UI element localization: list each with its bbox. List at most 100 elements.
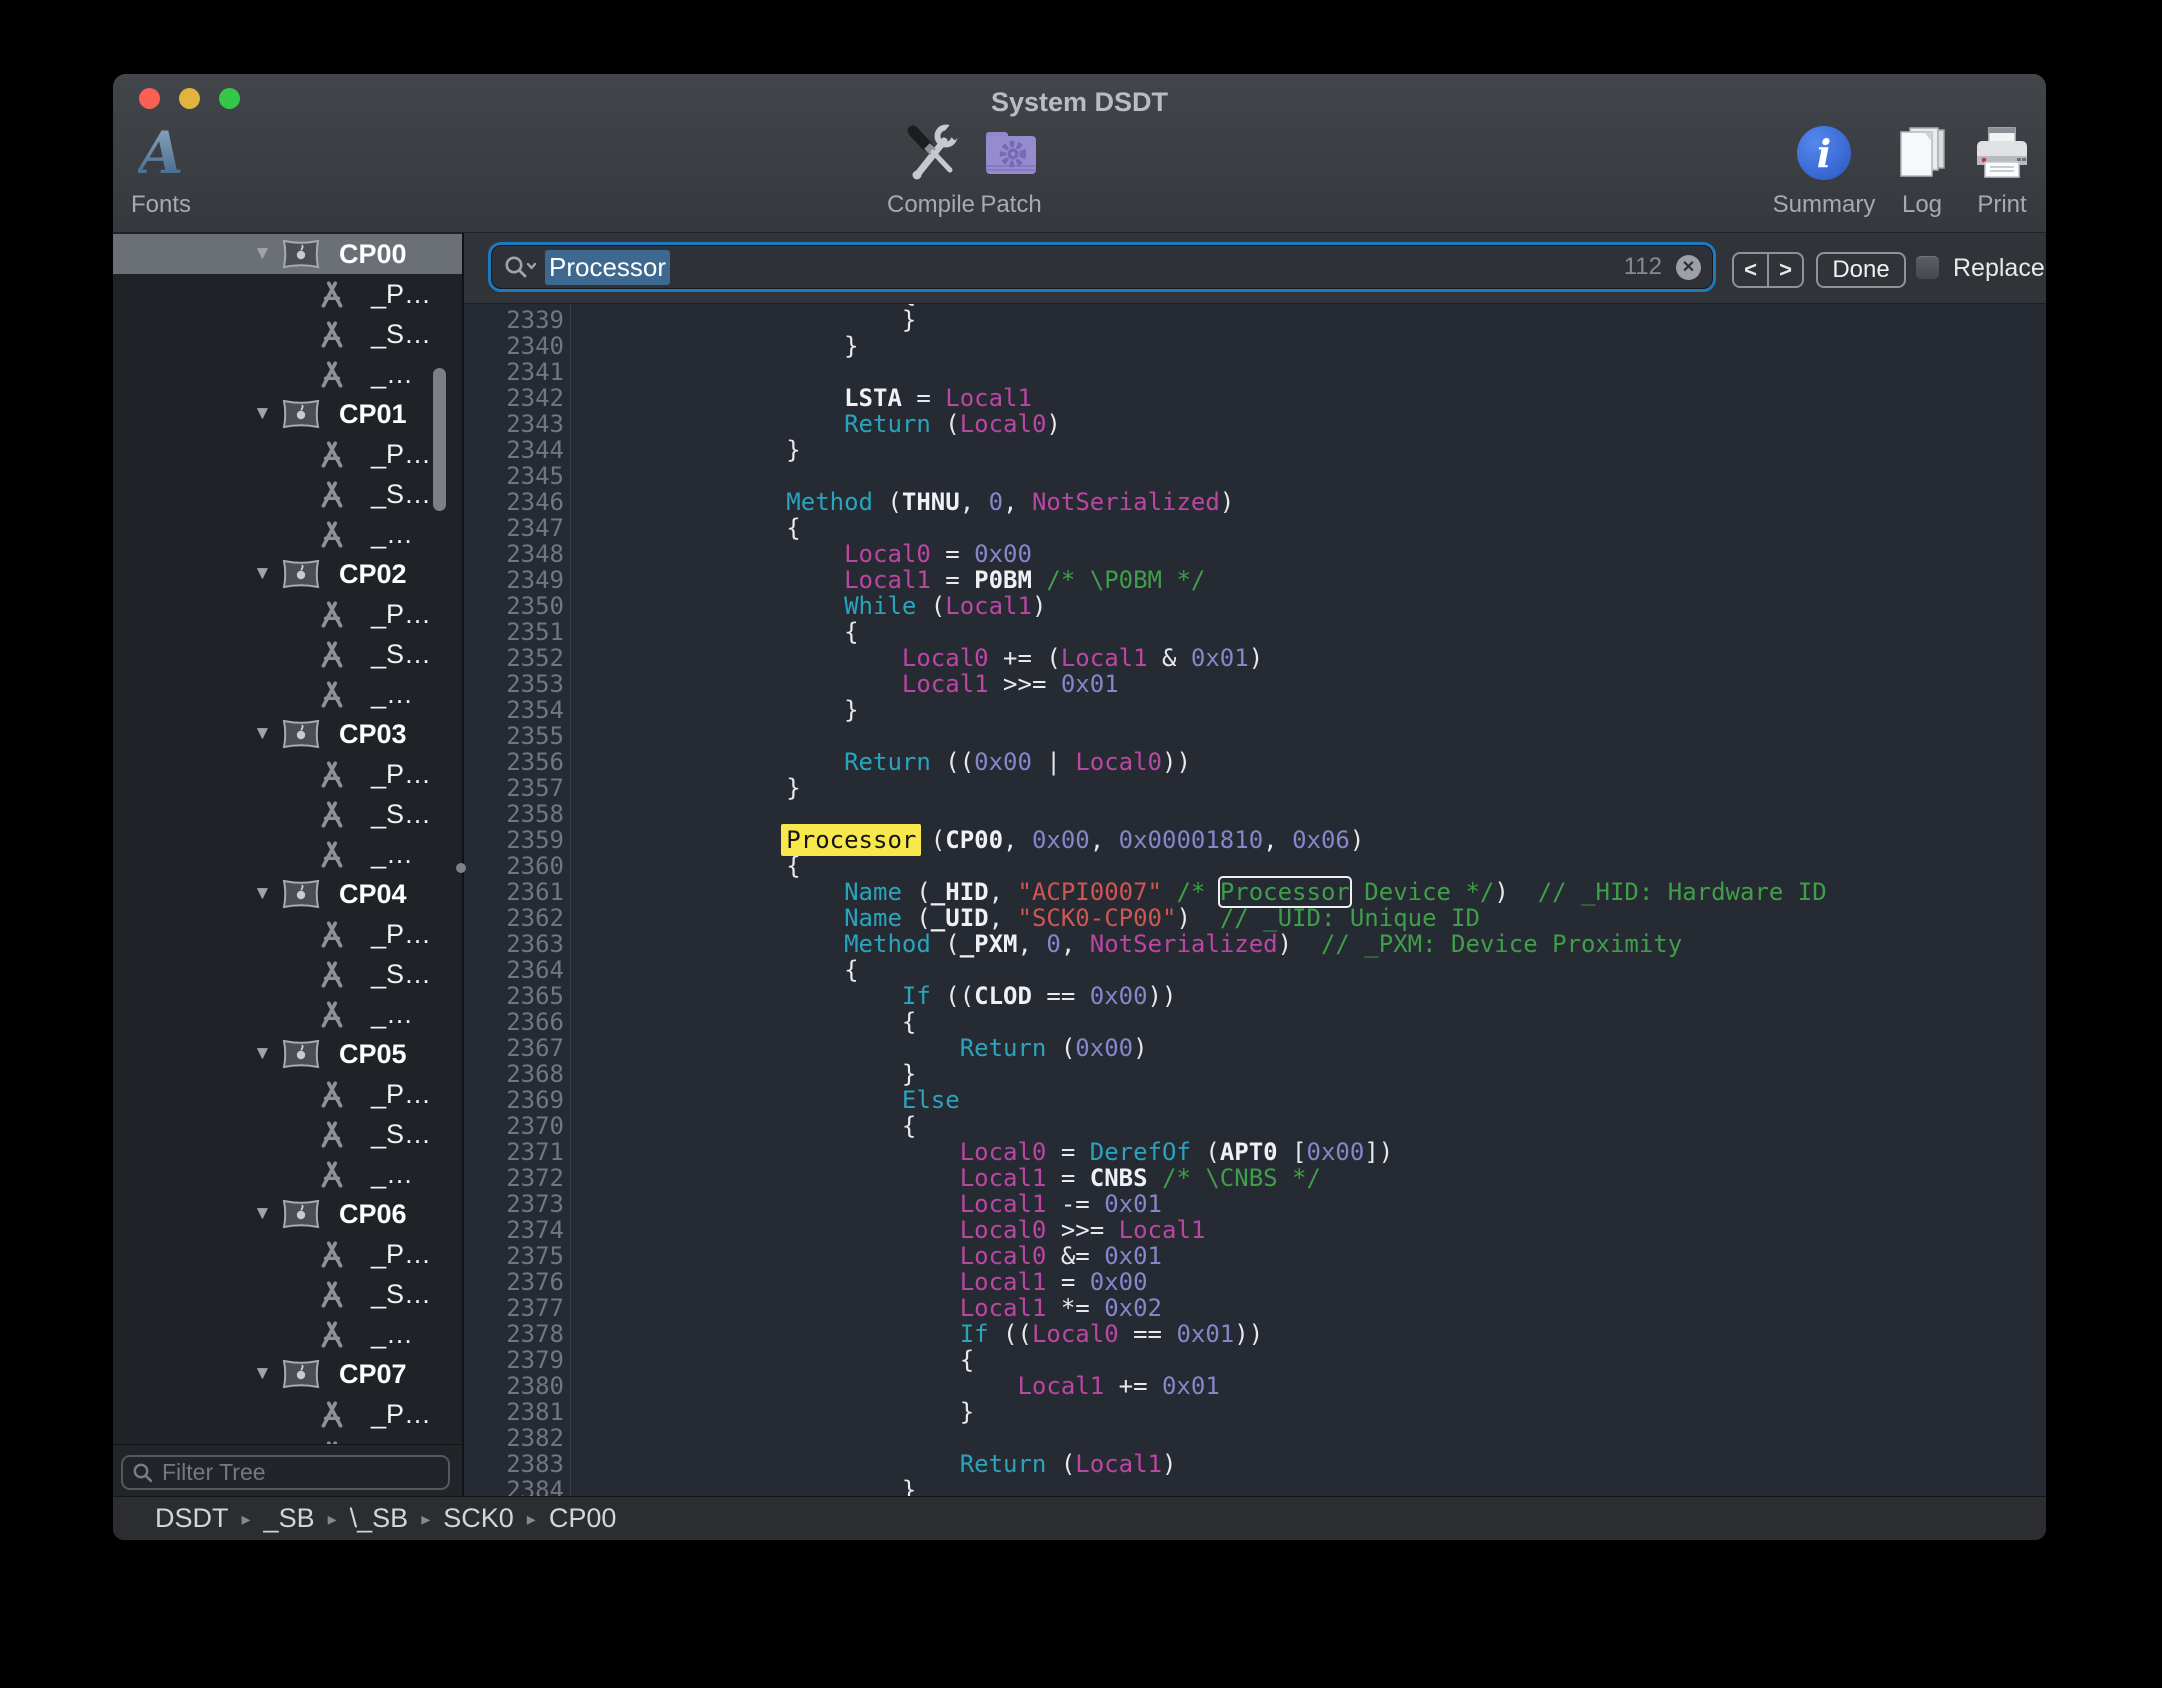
code-text[interactable]: } [570,1399,2046,1425]
tree-item-_P[interactable]: _P… [113,1074,462,1114]
code-text[interactable]: } [570,307,2046,333]
code-text[interactable]: { [570,853,2046,879]
code-text[interactable] [570,723,2046,749]
code-text[interactable]: Local1 += 0x01 [570,1373,2046,1399]
disclosure-triangle-icon[interactable]: ▼ [253,234,272,274]
search-input[interactable]: Processor 112 ✕ [488,242,1716,292]
tree-item-_P[interactable]: _P… [113,754,462,794]
code-text[interactable]: Return (0x00) [570,1035,2046,1061]
tree-item-_P[interactable]: _P… [113,274,462,314]
patch-button[interactable]: Patch [936,120,1086,218]
splitter-handle[interactable] [456,863,466,873]
code-text[interactable]: Local0 &= 0x01 [570,1243,2046,1269]
search-menu-icon[interactable] [503,254,537,280]
disclosure-triangle-icon[interactable]: ▼ [253,554,272,594]
filter-field[interactable] [121,1455,450,1490]
tree-item-_S[interactable]: _S… [113,1274,462,1314]
code-text[interactable]: Local1 = CNBS /* \CNBS */ [570,1165,2046,1191]
code-text[interactable]: Processor (CP00, 0x00, 0x00001810, 0x06) [570,827,2046,853]
code-editor[interactable]: 2338 {2339 }2340 }23412342 LSTA = Local1… [464,304,2046,1496]
next-match-button[interactable]: > [1769,254,1802,286]
replace-checkbox[interactable] [1916,256,1939,279]
code-text[interactable]: } [570,1477,2046,1496]
code-text[interactable]: Name (_UID, "SCK0-CP00") // _UID: Unique… [570,905,2046,931]
code-text[interactable]: LSTA = Local1 [570,385,2046,411]
tree-group-CP01[interactable]: ▼CP01 [113,394,462,434]
code-text[interactable]: Local1 = 0x00 [570,1269,2046,1295]
tree-item-_S[interactable]: _S… [113,634,462,674]
code-text[interactable]: } [570,333,2046,359]
code-text[interactable] [570,463,2046,489]
code-text[interactable]: Local0 = 0x00 [570,541,2046,567]
code-text[interactable] [570,1425,2046,1451]
code-text[interactable]: { [570,619,2046,645]
previous-match-button[interactable]: < [1734,254,1769,286]
tree-group-CP06[interactable]: ▼CP06 [113,1194,462,1234]
tree-item-_[interactable]: _… [113,1154,462,1194]
code-text[interactable]: Return (Local0) [570,411,2046,437]
disclosure-triangle-icon[interactable]: ▼ [253,1194,272,1234]
code-text[interactable]: Return ((0x00 | Local0)) [570,749,2046,775]
disclosure-triangle-icon[interactable]: ▼ [253,714,272,754]
code-text[interactable]: Local1 >>= 0x01 [570,671,2046,697]
code-text[interactable]: { [570,515,2046,541]
tree-group-CP02[interactable]: ▼CP02 [113,554,462,594]
disclosure-triangle-icon[interactable]: ▼ [253,394,272,434]
tree-item-_S[interactable]: _S… [113,1114,462,1154]
code-text[interactable]: } [570,437,2046,463]
clear-search-button[interactable]: ✕ [1676,255,1701,280]
code-text[interactable]: { [570,1009,2046,1035]
tree-item-_[interactable]: _… [113,834,462,874]
tree-item-_[interactable]: _… [113,674,462,714]
code-text[interactable]: Return (Local1) [570,1451,2046,1477]
tree-item-_[interactable]: _… [113,994,462,1034]
code-text[interactable]: Method (THNU, 0, NotSerialized) [570,489,2046,515]
tree-item-_P[interactable]: _P… [113,594,462,634]
tree-item-_P[interactable]: _P… [113,434,462,474]
done-button[interactable]: Done [1816,252,1906,288]
code-text[interactable]: If ((CLOD == 0x00)) [570,983,2046,1009]
tree-item-_P[interactable]: _P… [113,1234,462,1274]
disclosure-triangle-icon[interactable]: ▼ [253,1034,272,1074]
filter-tree-input[interactable] [160,1458,460,1487]
breadcrumb-item-CP00[interactable]: CP00 [549,1503,617,1534]
tree-item-_S[interactable]: _S… [113,954,462,994]
breadcrumb-item-_SB[interactable]: _SB [264,1503,315,1534]
disclosure-triangle-icon[interactable]: ▼ [253,1354,272,1394]
tree-group-CP07[interactable]: ▼CP07 [113,1354,462,1394]
tree-group-CP05[interactable]: ▼CP05 [113,1034,462,1074]
code-text[interactable]: } [570,775,2046,801]
code-text[interactable]: While (Local1) [570,593,2046,619]
tree-item-_S[interactable]: _S… [113,1434,462,1444]
code-text[interactable]: Name (_HID, "ACPI0007" /* Processor Devi… [570,879,2046,905]
code-text[interactable]: { [570,1113,2046,1139]
code-text[interactable]: Local1 -= 0x01 [570,1191,2046,1217]
code-text[interactable]: Local0 += (Local1 & 0x01) [570,645,2046,671]
tree-item-_[interactable]: _… [113,354,462,394]
code-text[interactable]: Else [570,1087,2046,1113]
replace-label[interactable]: Replace [1953,252,2045,284]
code-text[interactable]: } [570,1061,2046,1087]
disclosure-triangle-icon[interactable]: ▼ [253,874,272,914]
code-text[interactable]: { [570,957,2046,983]
code-text[interactable]: Local1 = P0BM /* \P0BM */ [570,567,2046,593]
code-text[interactable]: Local0 >>= Local1 [570,1217,2046,1243]
code-text[interactable]: { [570,1347,2046,1373]
code-text[interactable]: } [570,697,2046,723]
tree-group-CP00[interactable]: ▼CP00 [113,234,462,274]
code-text[interactable]: Local1 *= 0x02 [570,1295,2046,1321]
tree-group-CP04[interactable]: ▼CP04 [113,874,462,914]
code-text[interactable]: Method (_PXM, 0, NotSerialized) // _PXM:… [570,931,2046,957]
code-text[interactable]: If ((Local0 == 0x01)) [570,1321,2046,1347]
tree-item-_[interactable]: _… [113,1314,462,1354]
tree-item-_P[interactable]: _P… [113,914,462,954]
code-text[interactable]: Local0 = DerefOf (APT0 [0x00]) [570,1139,2046,1165]
code-text[interactable] [570,359,2046,385]
breadcrumb-item-_SB[interactable]: \_SB [350,1503,409,1534]
fonts-button[interactable]: A Fonts [113,120,236,218]
tree-item-_P[interactable]: _P… [113,1394,462,1434]
tree-group-CP03[interactable]: ▼CP03 [113,714,462,754]
print-button[interactable]: Print [1927,120,2046,218]
tree-item-_S[interactable]: _S… [113,314,462,354]
tree-item-_S[interactable]: _S… [113,794,462,834]
